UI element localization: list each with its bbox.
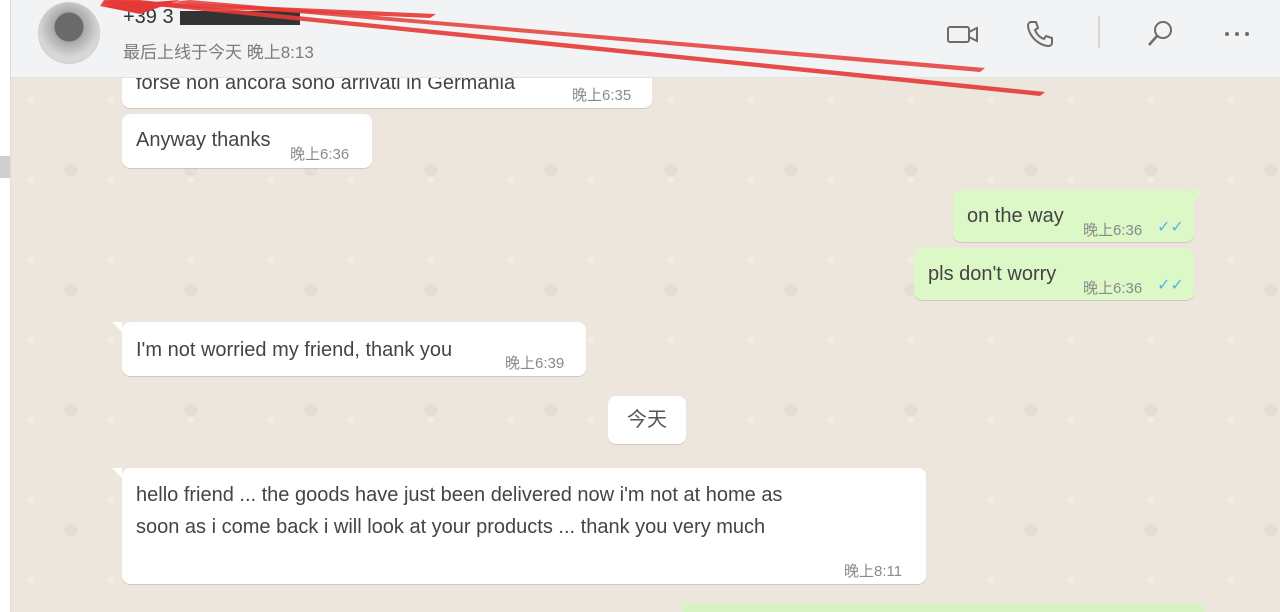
header-divider <box>1098 16 1100 48</box>
message-time: 晚上6:36 <box>1083 222 1143 239</box>
message-time: 晚上6:36 <box>290 146 350 163</box>
more-icon[interactable] <box>1221 18 1253 50</box>
contact-name-text: +39 3 <box>123 6 174 28</box>
read-receipt-icon: ✓✓ <box>1157 219 1184 236</box>
message-bubble-incoming[interactable]: I'm not worried my friend, thank you 晚上6… <box>122 322 586 376</box>
message-text: on the way <box>967 205 1064 227</box>
message-time: 晚上6:39 <box>505 355 565 372</box>
message-bubble-incoming[interactable]: Anyway thanks 晚上6:36 <box>122 114 372 168</box>
read-receipt-icon: ✓✓ <box>1157 277 1184 294</box>
redaction-bar <box>179 10 300 25</box>
message-time: 晚上6:35 <box>572 87 632 104</box>
message-text: pls don't worry <box>928 263 1057 285</box>
bubble-tail <box>112 468 122 478</box>
scroll-marker[interactable] <box>0 156 10 178</box>
message-bubble-outgoing-partial[interactable] <box>682 604 1204 612</box>
message-time: 晚上8:11 <box>844 563 903 580</box>
bubble-tail <box>112 322 122 332</box>
message-text-line-1: hello friend ... the goods have just bee… <box>136 484 783 506</box>
message-text-line-2: soon as i come back i will look at your … <box>136 516 766 538</box>
message-text: I'm not worried my friend, thank you <box>136 339 453 361</box>
bubble-tail <box>1194 190 1204 200</box>
contact-name[interactable]: +39 3 <box>123 6 300 29</box>
last-seen-status: 最后上线于今天 晚上8:13 <box>123 43 314 62</box>
date-separator: 今天 <box>608 396 686 444</box>
chat-header: +39 3 最后上线于今天 晚上8:13 <box>11 0 1280 78</box>
message-bubble-outgoing[interactable]: on the way 晚上6:36 ✓✓ <box>953 190 1194 242</box>
contact-avatar[interactable] <box>38 2 100 64</box>
message-bubble-outgoing[interactable]: pls don't worry 晚上6:36 ✓✓ <box>914 248 1194 300</box>
message-time: 晚上6:36 <box>1083 280 1143 297</box>
left-edge-panel <box>0 0 11 612</box>
message-text: Anyway thanks <box>136 129 271 151</box>
phone-icon[interactable] <box>1024 18 1056 50</box>
message-bubble-incoming[interactable]: hello friend ... the goods have just bee… <box>122 468 926 584</box>
search-icon[interactable] <box>1144 18 1176 50</box>
video-call-icon[interactable] <box>946 18 978 50</box>
